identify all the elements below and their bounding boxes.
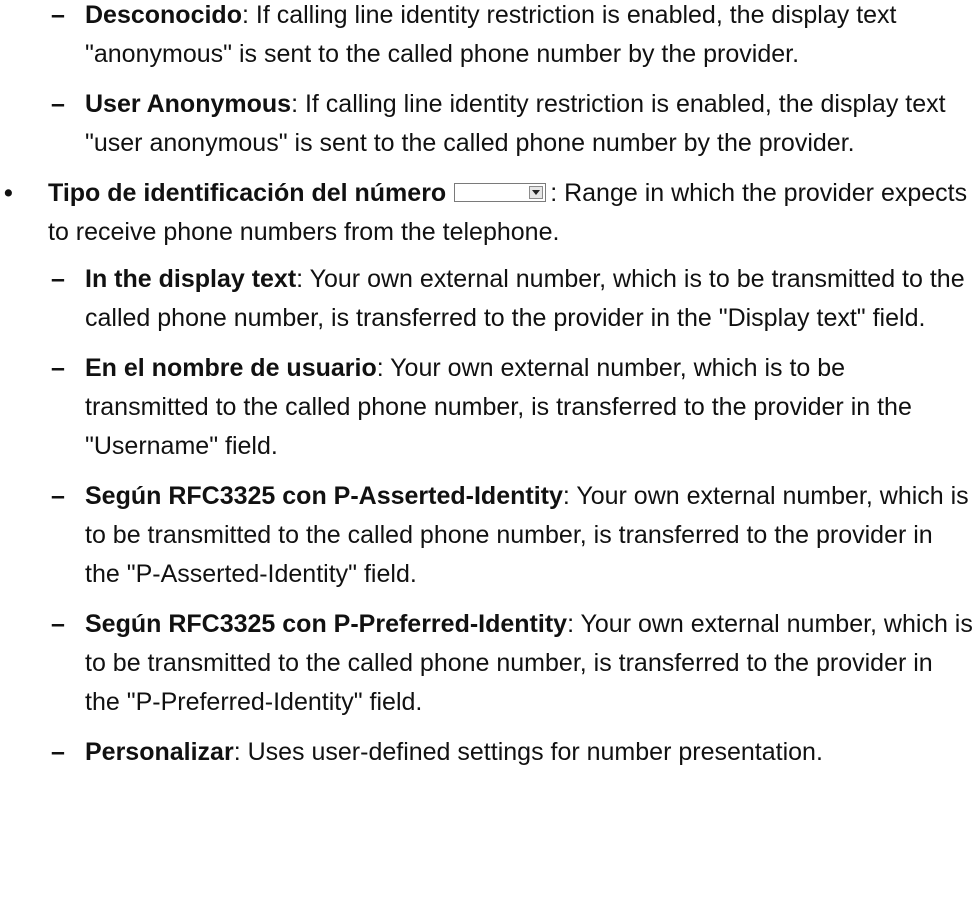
list-item-personalizar: – Personalizar: Uses user-defined settin… <box>0 733 974 772</box>
dash-marker: – <box>51 738 65 766</box>
list-item-username: – En el nombre de usuario: Your own exte… <box>0 349 974 466</box>
term-username: En el nombre de usuario <box>85 354 377 382</box>
dash-marker: – <box>51 354 65 382</box>
description-personalizar: : Uses user-defined settings for number … <box>233 738 823 766</box>
term-user-anonymous: User Anonymous <box>85 90 292 118</box>
list-item-p-asserted: – Según RFC3325 con P-Asserted-Identity:… <box>0 477 974 594</box>
dash-marker: – <box>51 90 65 118</box>
list-item-desconocido: – Desconocido: If calling line identity … <box>0 0 974 74</box>
term-number-id-type: Tipo de identificación del número <box>48 179 447 207</box>
document-page: – Desconocido: If calling line identity … <box>0 0 974 898</box>
list-item-p-preferred: – Según RFC3325 con P-Preferred-Identity… <box>0 605 974 722</box>
bullet-item-number-id-type: • Tipo de identificación del número: Ran… <box>0 174 974 252</box>
term-personalizar: Personalizar <box>85 738 234 766</box>
sub-list: – In the display text: Your own external… <box>0 260 974 772</box>
term-display-text: In the display text <box>85 265 297 293</box>
term-desconocido: Desconocido <box>85 1 242 29</box>
dropdown-select[interactable] <box>454 183 547 203</box>
bullet-marker: • <box>4 179 13 207</box>
dash-marker: – <box>51 265 65 293</box>
list-item-user-anonymous: – User Anonymous: If calling line identi… <box>0 85 974 163</box>
term-p-asserted: Según RFC3325 con P-Asserted-Identity <box>85 482 563 510</box>
dash-marker: – <box>51 482 65 510</box>
list-item-display-text: – In the display text: Your own external… <box>0 260 974 338</box>
dash-marker: – <box>51 1 65 29</box>
chevron-down-icon[interactable] <box>529 186 544 200</box>
term-p-preferred: Según RFC3325 con P-Preferred-Identity <box>85 610 568 638</box>
dash-marker: – <box>51 610 65 638</box>
